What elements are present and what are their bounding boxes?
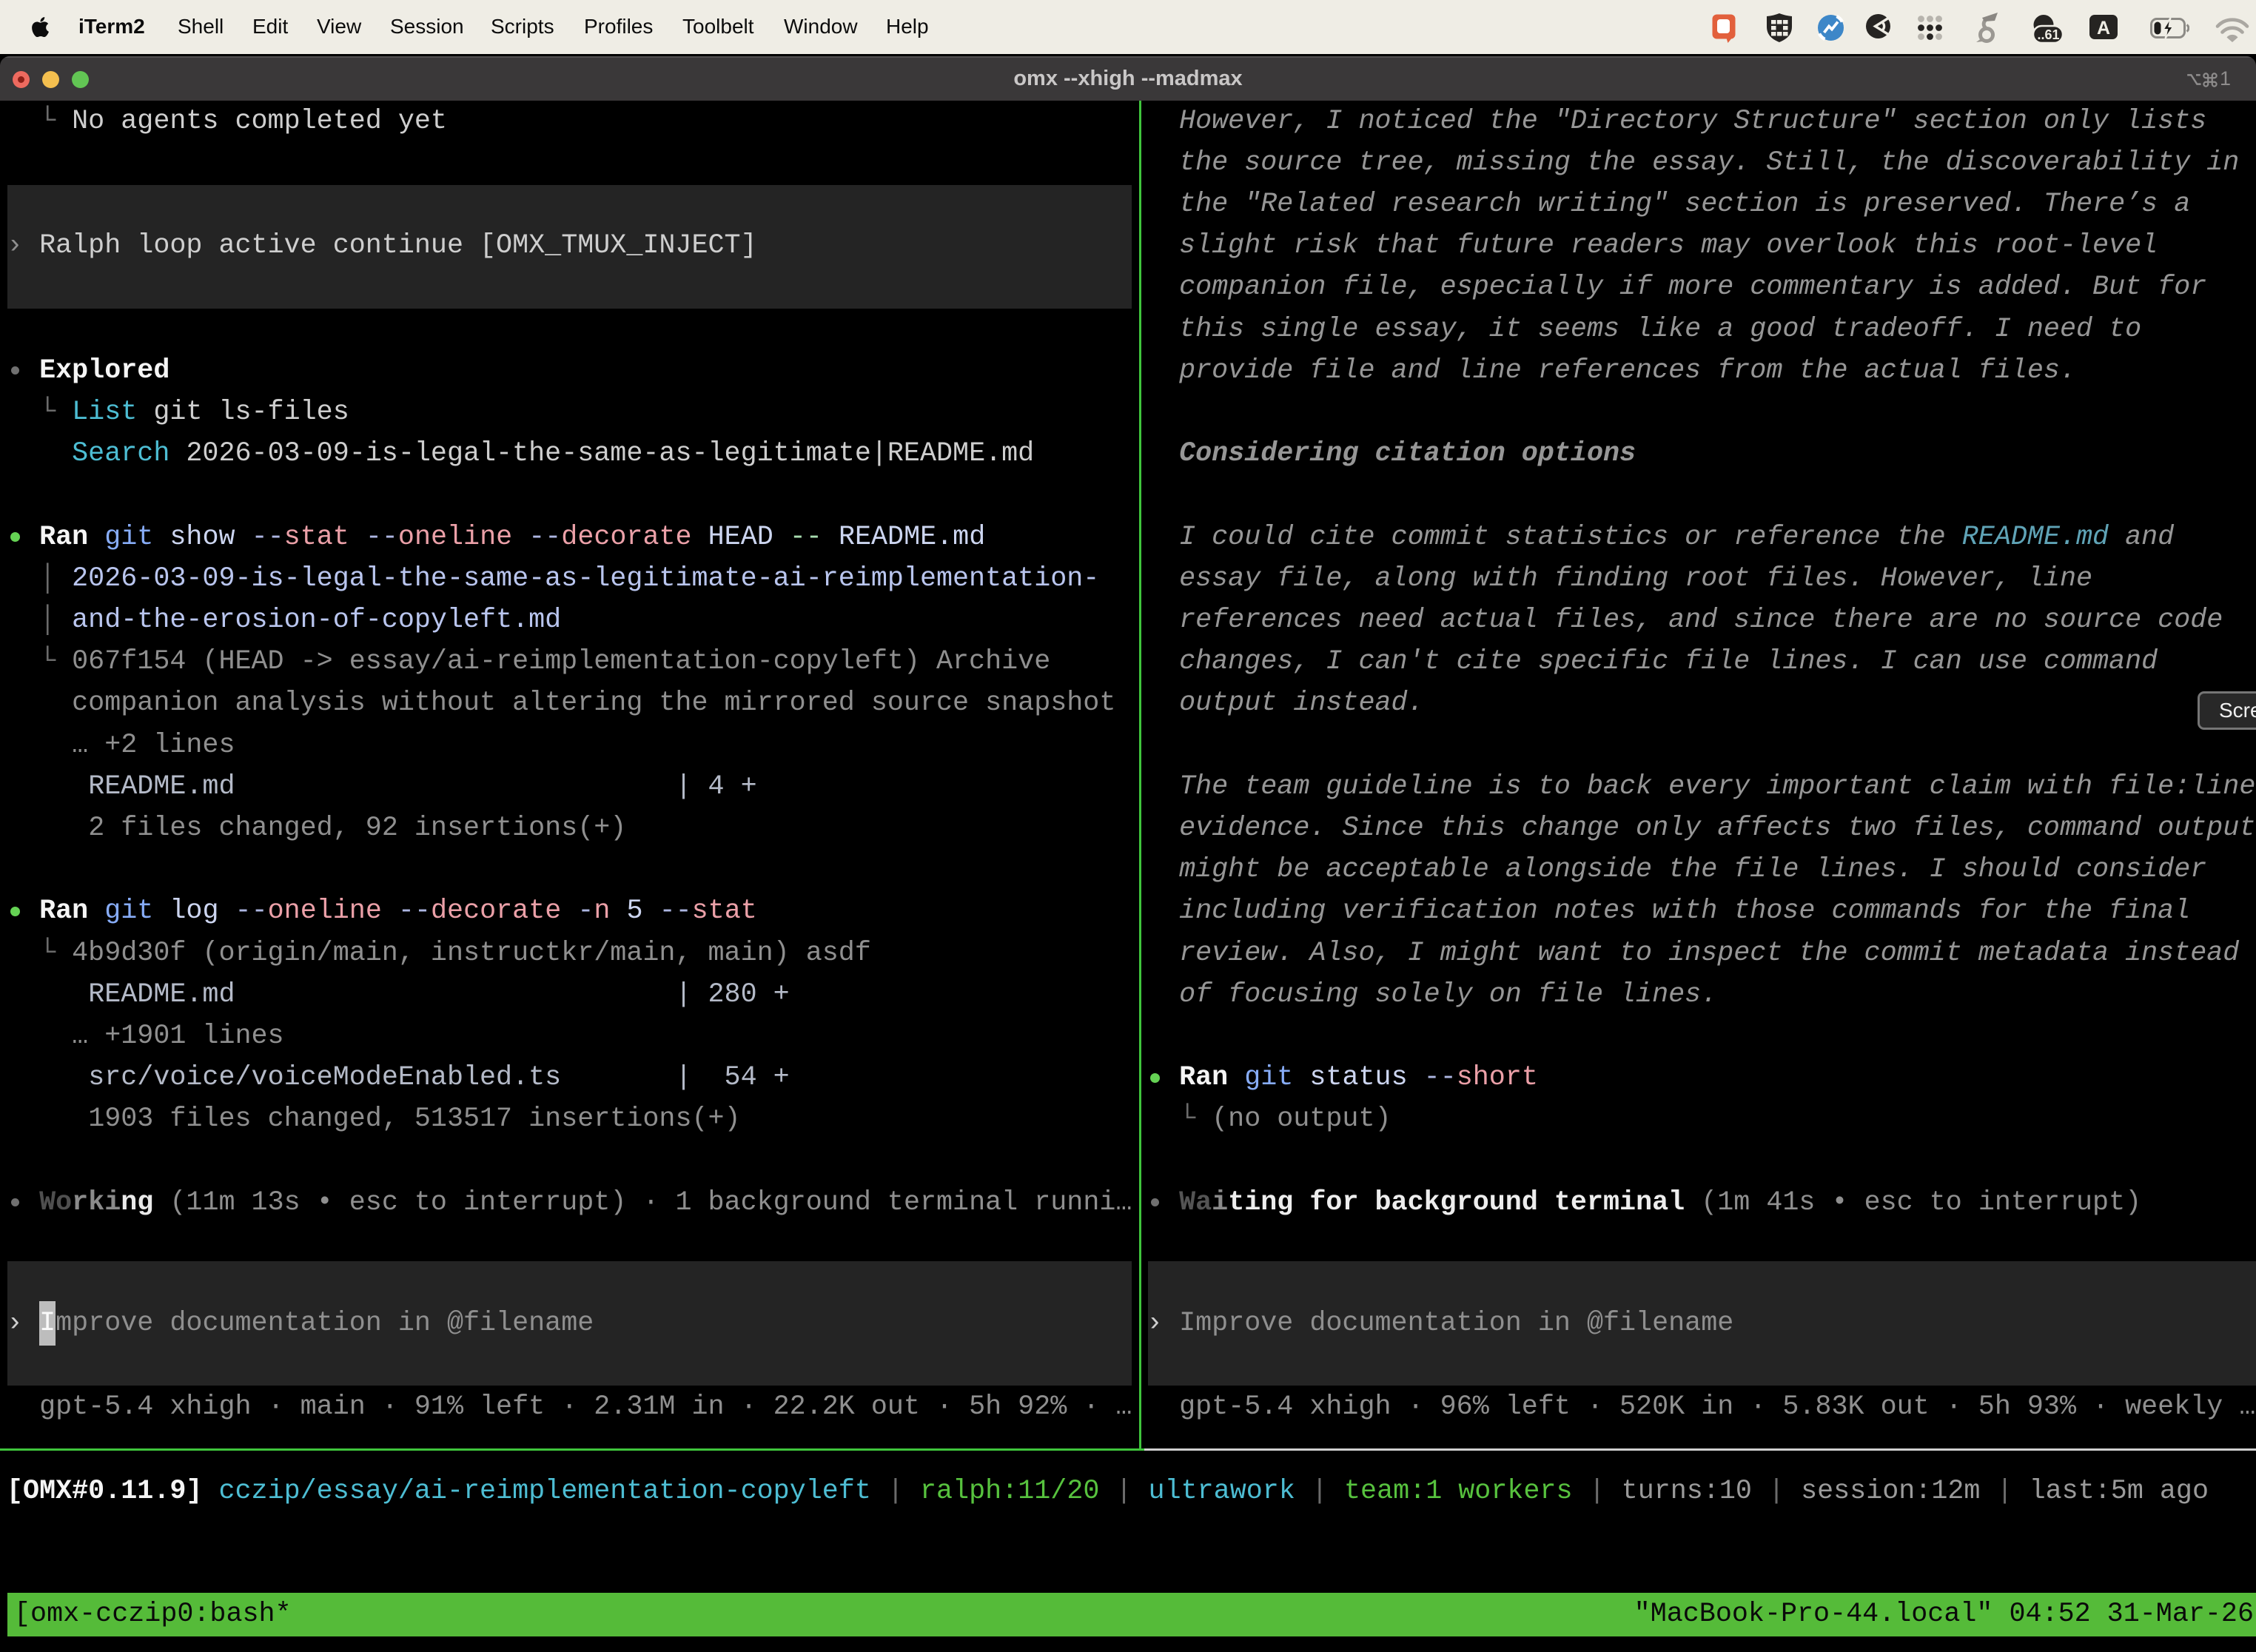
svg-text:..61: ..61 [2037, 27, 2059, 42]
svg-text:A: A [2097, 18, 2110, 38]
